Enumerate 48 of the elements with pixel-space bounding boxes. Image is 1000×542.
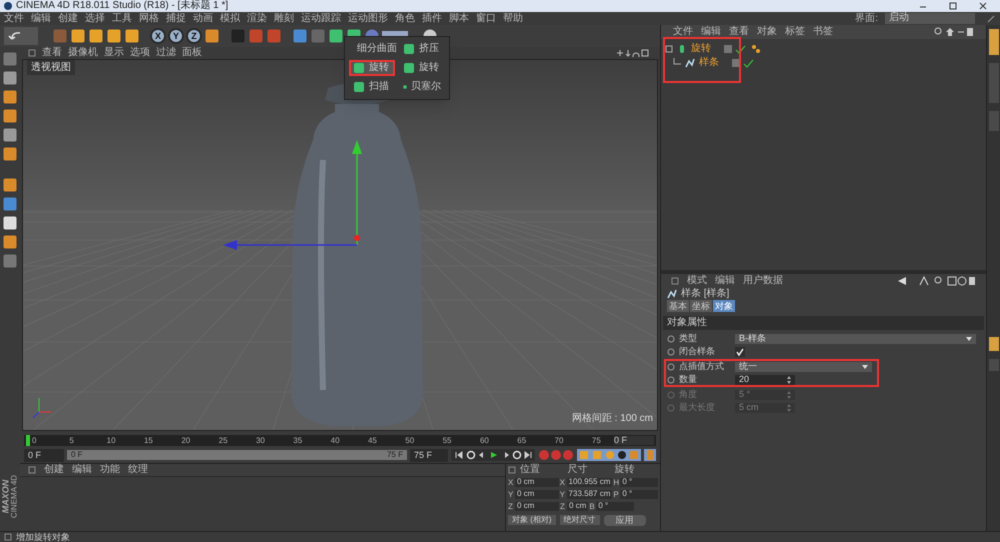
- tick-label: 35: [293, 436, 304, 444]
- field-value: 20: [739, 375, 750, 384]
- field-value: 5 °: [739, 390, 750, 399]
- tick-label: 10: [106, 436, 117, 444]
- tick-label: 55: [442, 436, 453, 444]
- field-label: 点插值方式: [679, 362, 725, 371]
- axis-label: Z: [508, 502, 514, 510]
- dropdown-value: 统一: [739, 362, 757, 371]
- axis-label: B: [589, 502, 596, 510]
- tick-label: 15: [144, 436, 154, 444]
- tick-label: 45: [368, 436, 378, 444]
- tick-label: 20: [181, 436, 192, 444]
- field-label: 角度: [679, 390, 698, 399]
- tick-label: 65: [517, 436, 528, 444]
- grid-spacing-label: 网格间距 : 100 cm: [572, 412, 653, 426]
- brand-name: MAXON: [2, 480, 10, 514]
- dropdown-value: B-样条: [739, 334, 766, 343]
- brand-product: CINEMA 4D: [10, 474, 18, 518]
- tick-label: 0: [32, 436, 38, 444]
- tick-label: 60: [480, 436, 490, 444]
- tick-label: 75: [592, 436, 602, 444]
- tick-label: 50: [405, 436, 416, 444]
- window-title: CINEMA 4D R18.011 Studio (R18) - [未标题 1 *]: [16, 1, 228, 11]
- axis-label: X: [508, 478, 514, 486]
- section-header: 对象属性: [663, 316, 984, 330]
- column-header: 旋转: [614, 465, 636, 475]
- field-value: 5 cm: [739, 403, 759, 412]
- field-label: 类型: [679, 334, 698, 343]
- column-header: 尺寸: [567, 465, 588, 475]
- field-label: 最大长度: [679, 403, 716, 412]
- axis-label: P: [613, 490, 620, 498]
- field-label: 闭合样条: [679, 347, 716, 356]
- axis-label: Z: [560, 502, 566, 510]
- viewport-label: 透视视图: [27, 60, 75, 75]
- tick-label: 70: [554, 436, 564, 444]
- status-text: 增加旋转对象: [16, 532, 70, 542]
- tick-label: 40: [330, 436, 341, 444]
- column-header: 位置: [520, 465, 541, 475]
- layout-label: 界面:: [855, 14, 878, 24]
- axis-label: X: [560, 478, 566, 486]
- axis-label: H: [613, 478, 620, 486]
- field-label: 数量: [679, 375, 698, 384]
- tick-label: 5: [69, 436, 75, 444]
- tick-label: 25: [218, 436, 229, 444]
- object-title: 样条 [样条]: [681, 289, 730, 299]
- tick-label: 30: [256, 436, 266, 444]
- axis-label: Y: [560, 490, 566, 498]
- axis-label: Y: [508, 490, 514, 498]
